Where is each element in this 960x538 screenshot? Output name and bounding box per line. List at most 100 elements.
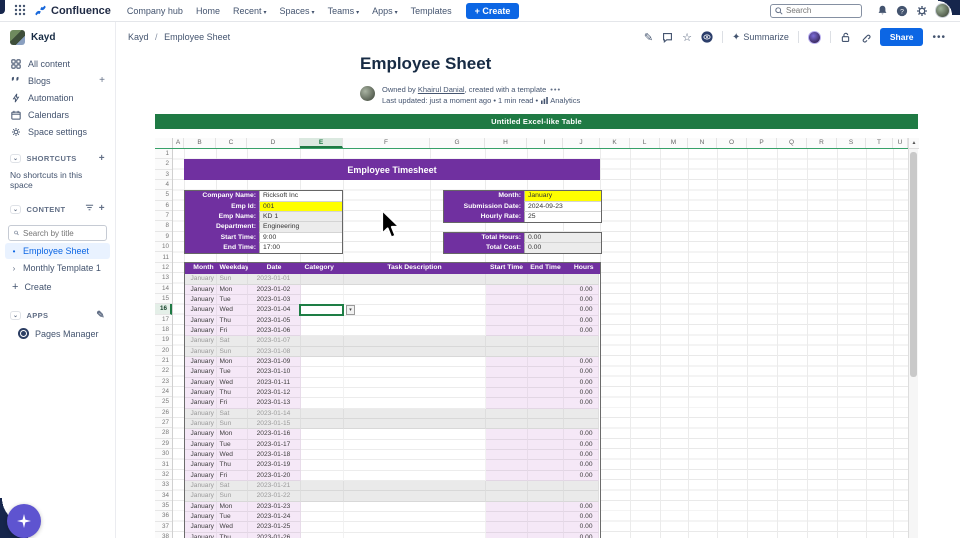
cell-task-description[interactable] xyxy=(344,357,486,367)
cell-task-description[interactable] xyxy=(344,305,486,315)
sidebar-item-space-settings[interactable]: Space settings xyxy=(0,123,115,140)
row-number-4[interactable]: 4 xyxy=(155,180,172,190)
column-header-T[interactable]: T xyxy=(866,138,893,148)
row-number-27[interactable]: 27 xyxy=(155,418,172,428)
cell-start-time[interactable] xyxy=(486,305,528,315)
sidebar-item-calendars[interactable]: Calendars xyxy=(0,106,115,123)
cell-task-description[interactable] xyxy=(344,367,486,377)
row-number-22[interactable]: 22 xyxy=(155,366,172,376)
info-value[interactable]: KD 1 xyxy=(259,212,342,222)
cell-end-time[interactable] xyxy=(528,502,564,512)
cell-start-time[interactable] xyxy=(486,398,528,408)
cell-end-time[interactable] xyxy=(528,522,564,532)
cell-start-time[interactable] xyxy=(486,357,528,367)
cell-start-time[interactable] xyxy=(486,409,528,419)
row-number-2[interactable]: 2 xyxy=(155,159,172,169)
timesheet-row[interactable]: JanuarySat2023-01-14 xyxy=(185,409,600,419)
row-number-30[interactable]: 30 xyxy=(155,449,172,459)
info-value[interactable]: Ricksoft Inc xyxy=(259,191,342,201)
row-number-7[interactable]: 7 xyxy=(155,211,172,221)
cell-task-description[interactable] xyxy=(344,398,486,408)
sidebar-item-pages-manager[interactable]: Pages Manager xyxy=(0,325,115,342)
cell-task-description[interactable] xyxy=(344,274,486,284)
column-header-J[interactable]: J xyxy=(563,138,600,148)
row-number-9[interactable]: 9 xyxy=(155,232,172,242)
row-number-34[interactable]: 34 xyxy=(155,491,172,501)
create-button[interactable]: + Create xyxy=(466,3,520,19)
content-search-input[interactable] xyxy=(23,229,101,238)
cell-start-time[interactable] xyxy=(486,347,528,357)
cell-end-time[interactable] xyxy=(528,357,564,367)
cell-end-time[interactable] xyxy=(528,398,564,408)
info-value[interactable]: 9:00 xyxy=(259,233,342,243)
more-actions-icon[interactable]: ••• xyxy=(932,32,946,43)
cell-start-time[interactable] xyxy=(486,367,528,377)
timesheet-row[interactable]: JanuaryMon2023-01-090.00 xyxy=(185,357,600,367)
cell-task-description[interactable] xyxy=(344,450,486,460)
cell-end-time[interactable] xyxy=(528,285,564,295)
star-icon[interactable]: ☆ xyxy=(682,31,692,44)
column-header-D[interactable]: D xyxy=(247,138,300,148)
timesheet-row[interactable]: JanuaryWed2023-01-110.00 xyxy=(185,378,600,388)
timesheet-row[interactable]: JanuaryMon2023-01-230.00 xyxy=(185,502,600,512)
cell-task-description[interactable] xyxy=(344,295,486,305)
cell-end-time[interactable] xyxy=(528,326,564,336)
row-number-29[interactable]: 29 xyxy=(155,439,172,449)
cell-category[interactable] xyxy=(301,285,344,295)
row-number-18[interactable]: 18 xyxy=(155,325,172,335)
breadcrumb-page-link[interactable]: Employee Sheet xyxy=(164,32,230,42)
row-number-14[interactable]: 14 xyxy=(155,284,172,294)
cell-category[interactable] xyxy=(301,450,344,460)
info-value[interactable]: January xyxy=(524,191,601,201)
timesheet-row[interactable]: JanuarySun2023-01-08 xyxy=(185,347,600,357)
column-header-A[interactable]: A xyxy=(173,138,184,148)
cell-task-description[interactable] xyxy=(344,460,486,470)
cell-end-time[interactable] xyxy=(528,367,564,377)
watch-eye-icon[interactable] xyxy=(701,31,713,43)
cell-task-description[interactable] xyxy=(344,378,486,388)
row-number-38[interactable]: 38 xyxy=(155,532,172,538)
cell-category[interactable] xyxy=(301,522,344,532)
info-value[interactable]: 001 xyxy=(259,202,342,212)
notifications-icon[interactable] xyxy=(874,3,890,19)
page-tree-item-employee-sheet[interactable]: •Employee Sheet xyxy=(5,243,110,259)
column-header-Q[interactable]: Q xyxy=(777,138,807,148)
column-header-B[interactable]: B xyxy=(184,138,216,148)
row-number-13[interactable]: 13 xyxy=(155,273,172,283)
nav-item-templates[interactable]: Templates xyxy=(411,6,452,16)
cell-task-description[interactable] xyxy=(344,522,486,532)
edit-apps-icon[interactable]: ✎ xyxy=(96,310,105,321)
cell-start-time[interactable] xyxy=(486,502,528,512)
cell-category[interactable] xyxy=(301,502,344,512)
timesheet-row[interactable]: JanuaryTue2023-01-170.00 xyxy=(185,440,600,450)
timesheet-row[interactable]: JanuaryFri2023-01-200.00 xyxy=(185,471,600,481)
row-number-10[interactable]: 10 xyxy=(155,242,172,252)
cell-start-time[interactable] xyxy=(486,460,528,470)
cell-category[interactable] xyxy=(301,481,344,491)
cell-category[interactable] xyxy=(301,533,344,538)
cell-end-time[interactable] xyxy=(528,274,564,284)
timesheet-row[interactable]: JanuaryFri2023-01-060.00 xyxy=(185,326,600,336)
column-header-U[interactable]: U xyxy=(893,138,908,148)
cell-start-time[interactable] xyxy=(486,471,528,481)
cell-start-time[interactable] xyxy=(486,429,528,439)
cell-task-description[interactable] xyxy=(344,533,486,538)
scrollbar-thumb[interactable] xyxy=(910,152,917,377)
timesheet-row[interactable]: JanuarySun2023-01-15 xyxy=(185,419,600,429)
cell-end-time[interactable] xyxy=(528,481,564,491)
summarize-button[interactable]: ✦ Summarize xyxy=(732,32,789,43)
info-value[interactable]: 25 xyxy=(524,212,601,222)
column-header-L[interactable]: L xyxy=(630,138,660,148)
timesheet-row[interactable]: JanuarySun2023-01-01 xyxy=(185,274,600,284)
row-number-20[interactable]: 20 xyxy=(155,346,172,356)
add-content-button[interactable]: + xyxy=(99,203,105,215)
global-search[interactable] xyxy=(770,4,862,18)
content-search[interactable] xyxy=(8,225,107,241)
row-number-32[interactable]: 32 xyxy=(155,470,172,480)
timesheet-row[interactable]: JanuaryMon2023-01-160.00 xyxy=(185,429,600,439)
cell-category[interactable] xyxy=(301,367,344,377)
scroll-up-arrow[interactable]: ▲ xyxy=(909,138,919,149)
row-number-25[interactable]: 25 xyxy=(155,397,172,407)
cell-task-description[interactable] xyxy=(344,481,486,491)
nav-item-teams[interactable]: Teams▾ xyxy=(328,6,360,16)
